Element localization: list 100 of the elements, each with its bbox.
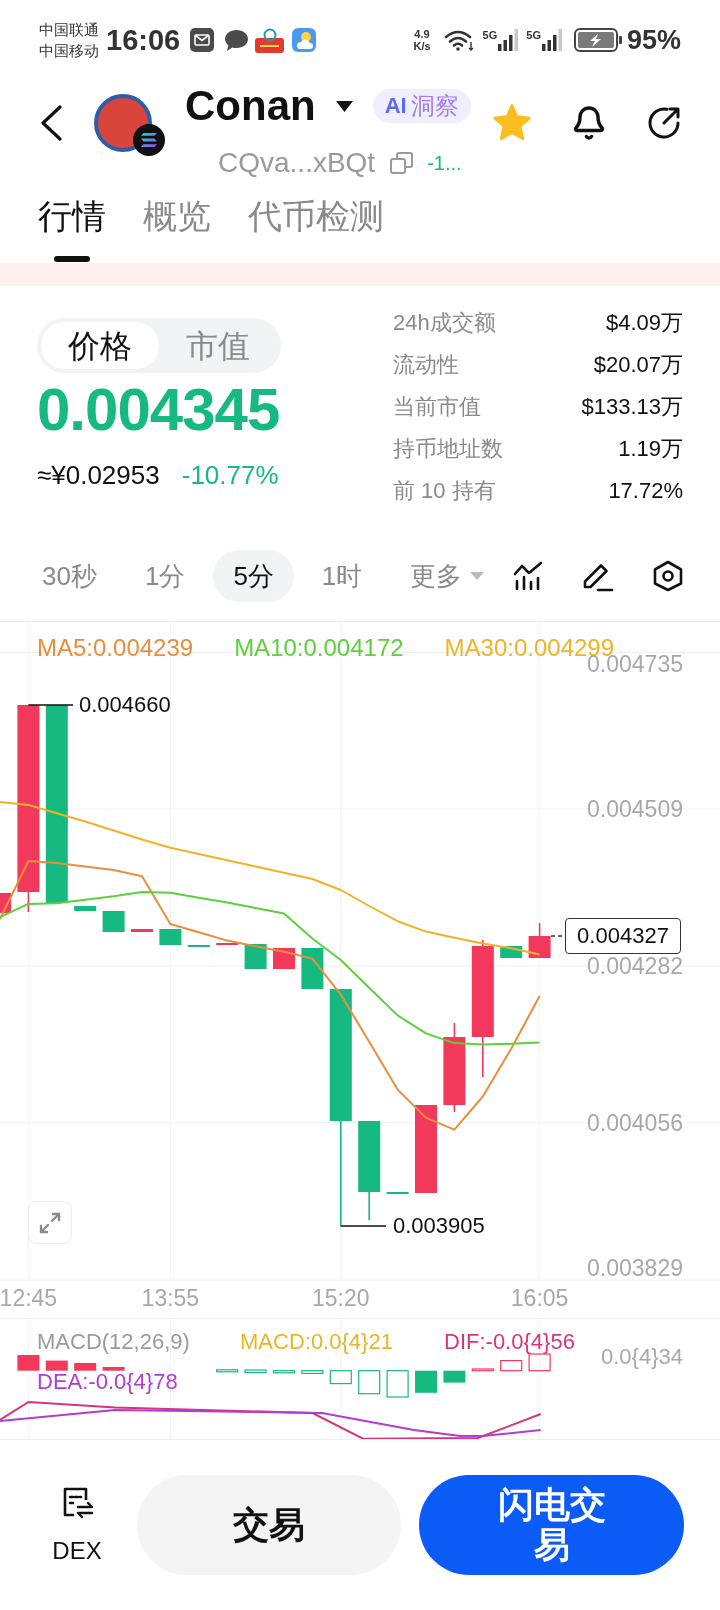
- candlestick: [273, 948, 295, 969]
- interval-option[interactable]: 5分: [213, 549, 294, 602]
- leader-line: [27, 704, 74, 706]
- tab-indicator: [54, 256, 90, 262]
- price-value: 0.004345: [37, 380, 281, 440]
- ai-insight-button[interactable]: AI 洞察: [372, 89, 471, 123]
- stat-label: 当前市值: [393, 393, 481, 421]
- x-axis-label: 12:45: [0, 1285, 58, 1311]
- y-axis-label: 0.004282: [587, 953, 683, 980]
- y-axis-label: 0.003829: [587, 1255, 683, 1281]
- weather-icon: [292, 28, 317, 52]
- chat-bubble-icon: [224, 28, 250, 52]
- macd-bar: [74, 1363, 97, 1371]
- interval-option[interactable]: 30秒: [22, 549, 117, 602]
- candlestick: [159, 929, 182, 945]
- candlestick: [301, 948, 324, 989]
- stat-value: $133.13万: [581, 393, 683, 421]
- chain-badge-icon: [133, 124, 165, 156]
- status-time: 16:06: [106, 23, 181, 57]
- x-axis-label: 15:20: [312, 1285, 370, 1311]
- stat-value: 1.19万: [618, 435, 683, 463]
- macd-bar: [443, 1370, 466, 1383]
- interval-option[interactable]: 更多: [390, 549, 505, 602]
- tab[interactable]: 行情: [38, 180, 106, 263]
- tab[interactable]: 代币检测: [248, 180, 384, 263]
- macd-bar: [500, 1360, 523, 1372]
- caret-down-icon: [470, 571, 485, 580]
- y-axis-label: 0.004509: [587, 796, 683, 822]
- stat-value: $4.09万: [605, 309, 683, 337]
- macd-bar: [471, 1368, 494, 1372]
- stat-value: 17.72%: [608, 477, 683, 505]
- signal-icon: [540, 29, 563, 51]
- trade-button[interactable]: 交易: [137, 1475, 401, 1575]
- app-icon: [255, 27, 285, 53]
- interval-option[interactable]: 1时: [301, 549, 383, 602]
- macd-bar: [45, 1360, 68, 1371]
- fullscreen-button[interactable]: [28, 1201, 72, 1244]
- macd-bar: [528, 1353, 551, 1372]
- carrier-name: 中国联通: [39, 20, 99, 40]
- flash-trade-button[interactable]: 闪电交易: [419, 1475, 684, 1575]
- candlestick: [74, 906, 97, 911]
- macd-bar: [301, 1370, 324, 1374]
- macd-legend: MACD(12,26,9): [37, 1331, 190, 1353]
- stat-label: 流动性: [393, 351, 459, 379]
- high-price-label: 0.004660: [79, 693, 171, 717]
- mail-icon: [190, 28, 215, 52]
- stat-value: $20.07万: [593, 351, 683, 379]
- candlestick: [386, 1192, 409, 1194]
- candlestick: [244, 944, 267, 969]
- candlestick: [528, 922, 551, 959]
- token-address: CQva...xBQt: [218, 147, 376, 179]
- x-axis-label: 13:55: [141, 1285, 200, 1311]
- candlestick: [187, 945, 210, 947]
- leader-line: [340, 1225, 387, 1227]
- segment-option[interactable]: 市值: [159, 322, 277, 369]
- y-axis-label: 0.004056: [587, 1109, 683, 1136]
- star-icon[interactable]: [492, 103, 532, 143]
- candlestick: [102, 911, 125, 932]
- segment-option[interactable]: 价格: [41, 322, 159, 369]
- macd-bar: [329, 1370, 352, 1385]
- x-axis-label: 16:05: [510, 1285, 569, 1311]
- network-speed: 4.9 K/s: [413, 28, 431, 52]
- indicator-chart-icon[interactable]: [513, 560, 543, 591]
- last-price-label: 0.004327: [565, 918, 681, 954]
- macd-bar: [358, 1370, 381, 1395]
- carrier-name: 中国移动: [39, 41, 99, 61]
- low-price-label: 0.003905: [393, 1214, 485, 1238]
- macd-bar: [415, 1370, 437, 1393]
- macd-bar: [244, 1369, 267, 1374]
- copy-icon[interactable]: [390, 152, 414, 174]
- wifi-icon: [443, 29, 476, 51]
- refresh-icon[interactable]: [646, 105, 682, 141]
- battery-icon: [573, 28, 623, 52]
- moving-average-legend: MA5:0.004239: [37, 634, 194, 662]
- macd-bar: [102, 1367, 125, 1371]
- macd-scale-label: 0.0{4}34: [601, 1346, 683, 1368]
- settings-icon[interactable]: [653, 559, 683, 592]
- candlestick: [216, 943, 239, 945]
- stat-label: 24h成交额: [393, 309, 496, 337]
- macd-bar: [272, 1370, 296, 1374]
- network-type-label: 5G: [526, 29, 541, 41]
- fiat-price: ≈¥0.02953: [37, 459, 160, 491]
- stat-label: 持币地址数: [393, 435, 503, 463]
- dex-button[interactable]: DEX: [40, 1475, 114, 1575]
- candlestick: [131, 929, 153, 932]
- macd-legend: DEA:-0.0{4}78: [37, 1371, 178, 1393]
- caret-down-icon[interactable]: [335, 100, 353, 112]
- price-change: -10.77%: [181, 459, 279, 491]
- moving-average-legend: MA10:0.004172: [234, 634, 404, 662]
- signal-icon: [497, 29, 520, 51]
- macd-bar: [17, 1355, 40, 1371]
- bell-icon[interactable]: [571, 105, 607, 141]
- interval-option[interactable]: 1分: [124, 549, 206, 602]
- tab[interactable]: 概览: [143, 180, 211, 263]
- network-type-label: 5G: [482, 29, 498, 41]
- battery-percent: 95%: [626, 24, 681, 56]
- macd-bar: [216, 1369, 239, 1373]
- macd-bar: [386, 1370, 409, 1398]
- candlestick: [0, 893, 11, 913]
- token-name: Conan: [185, 82, 316, 130]
